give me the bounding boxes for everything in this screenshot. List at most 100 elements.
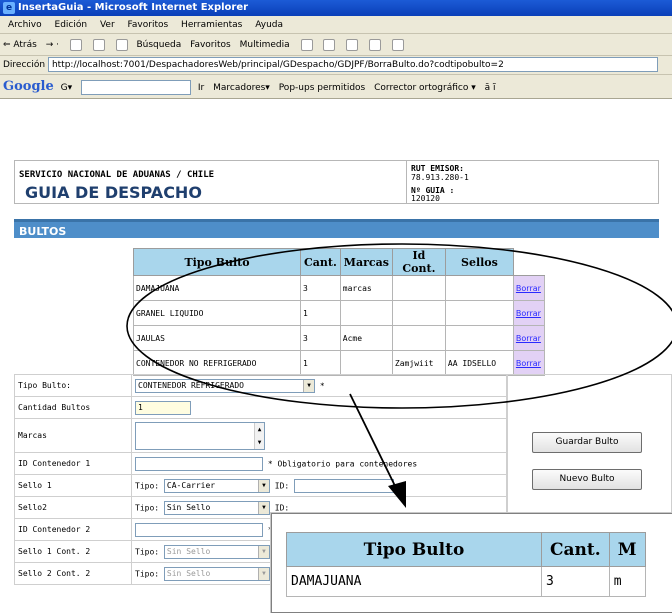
- section-title: BULTOS: [14, 219, 659, 238]
- marcas-cell: ▲ ▼: [131, 418, 507, 453]
- sello2-label: Sello2: [14, 496, 132, 519]
- menu-herramientas[interactable]: Herramientas: [181, 20, 242, 30]
- mail-icon[interactable]: [323, 38, 336, 51]
- scrollbar[interactable]: ▲ ▼: [254, 422, 264, 449]
- form-row: Cantidad Bultos 1: [14, 396, 507, 419]
- stop-icon[interactable]: [69, 38, 82, 51]
- google-go-button[interactable]: Ir: [198, 83, 204, 93]
- search-button[interactable]: Búsqueda: [136, 40, 181, 50]
- chevron-down-icon[interactable]: ▼: [303, 379, 314, 392]
- idcont2-input[interactable]: [135, 522, 263, 537]
- toolbar: ⇐ Atrás → · Búsqueda Favoritos Multimedi…: [0, 34, 672, 56]
- table-header-row: Tipo Bulto Cant. Marcas Id Cont. Sellos: [133, 248, 545, 276]
- chevron-down-icon[interactable]: ▼: [257, 479, 269, 492]
- translate-button[interactable]: ā ĩ: [485, 83, 496, 93]
- borrar-link[interactable]: Borrar: [512, 275, 545, 301]
- document-header: SERVICIO NACIONAL DE ADUANAS / CHILE GUI…: [14, 160, 659, 204]
- cell-cant: 1: [300, 350, 341, 376]
- multimedia-button[interactable]: Multimedia: [240, 40, 290, 50]
- page-title: GUIA DE DESPACHO: [25, 183, 202, 202]
- idcont1-input[interactable]: [135, 456, 263, 471]
- zoom-cell-cant: 3: [541, 566, 610, 597]
- bookmarks-button[interactable]: Marcadores▾: [213, 83, 270, 93]
- zoom-col-marcas: M: [608, 532, 646, 567]
- chevron-down-icon[interactable]: ▼: [257, 501, 269, 514]
- nuevo-bulto-button[interactable]: Nuevo Bulto: [532, 469, 642, 490]
- sello1-tipo-label: Tipo:: [135, 481, 160, 490]
- discuss-icon[interactable]: [392, 38, 405, 51]
- guia-value: 120120: [411, 194, 440, 203]
- chevron-down-icon[interactable]: ▼: [257, 567, 269, 580]
- cell-tipo: GRANEL LIQUIDO: [133, 300, 301, 326]
- guardar-bulto-button[interactable]: Guardar Bulto: [532, 432, 642, 453]
- idcont2-label: ID Contenedor 2: [14, 518, 132, 541]
- sello2c2-tipo-label: Tipo:: [135, 569, 160, 578]
- marcas-textarea[interactable]: ▲ ▼: [135, 421, 265, 450]
- zoom-col-tipo: Tipo Bulto: [286, 532, 542, 567]
- zoom-row: DAMAJUANA 3 m: [286, 566, 646, 597]
- google-search-input[interactable]: [81, 80, 191, 95]
- required-mark: *: [319, 381, 325, 390]
- cell-idcont: [391, 325, 446, 351]
- favorites-button[interactable]: Favoritos: [190, 40, 231, 50]
- address-bar: Dirección http://localhost:7001/Despacha…: [0, 56, 672, 75]
- col-cant: Cant.: [300, 248, 341, 276]
- cantidad-input[interactable]: 1: [135, 400, 191, 415]
- cell-sellos: AA IDSELLO: [444, 350, 514, 376]
- menu-favoritos[interactable]: Favoritos: [128, 20, 169, 30]
- idcont1-label: ID Contenedor 1: [14, 452, 132, 475]
- sello2c2-tipo-value: Sin Sello: [166, 568, 211, 578]
- sello1c2-label: Sello 1 Cont. 2: [14, 540, 132, 563]
- address-label: Dirección: [3, 60, 46, 70]
- cell-cant: 1: [300, 300, 341, 326]
- tipo-bulto-select[interactable]: CONTENEDOR REFRIGERADO ▼: [135, 378, 315, 393]
- sello1c2-tipo-select[interactable]: Sin Sello ▼: [163, 544, 270, 559]
- cantidad-value: 1: [138, 402, 143, 412]
- zoom-header-row: Tipo Bulto Cant. M: [286, 532, 646, 567]
- sello1-id-input[interactable]: [294, 478, 395, 493]
- history-icon[interactable]: [300, 38, 313, 51]
- sello1-id-label: ID:: [274, 481, 290, 490]
- print-icon[interactable]: [346, 38, 359, 51]
- menu-ver[interactable]: Ver: [100, 20, 115, 30]
- tipo-bulto-value: CONTENEDOR REFRIGERADO: [138, 380, 244, 390]
- sello2c2-tipo-select[interactable]: Sin Sello ▼: [163, 566, 270, 581]
- idcont1-cell: * Obligatorio para contenedores: [131, 452, 507, 475]
- ie-icon: e: [3, 2, 15, 14]
- tipo-bulto-cell: CONTENEDOR REFRIGERADO ▼ *: [131, 374, 507, 397]
- sello2-tipo-label: Tipo:: [135, 503, 160, 512]
- menu-archivo[interactable]: Archivo: [8, 20, 42, 30]
- borrar-link[interactable]: Borrar: [512, 325, 545, 351]
- forward-icon[interactable]: → ·: [46, 40, 59, 50]
- rut-value: 78.913.280-1: [411, 173, 469, 182]
- cell-marcas: Acme: [339, 325, 393, 351]
- cell-idcont: [391, 300, 446, 326]
- sello2-tipo-select[interactable]: Sin Sello ▼: [163, 500, 270, 515]
- google-logo[interactable]: Google: [3, 79, 54, 94]
- menu-edicion[interactable]: Edición: [55, 20, 88, 30]
- col-marcas: Marcas: [339, 248, 393, 276]
- zoom-cell-tipo: DAMAJUANA: [286, 566, 542, 597]
- sello1-tipo-select[interactable]: CA-Carrier ▼: [163, 478, 270, 493]
- popups-button[interactable]: Pop-ups permitidos: [279, 83, 366, 93]
- home-icon[interactable]: [115, 38, 128, 51]
- chevron-down-icon[interactable]: ▼: [257, 545, 269, 558]
- menu-ayuda[interactable]: Ayuda: [255, 20, 283, 30]
- back-button[interactable]: ⇐ Atrás: [3, 40, 37, 50]
- cell-tipo: DAMAJUANA: [133, 275, 301, 301]
- zoom-callout: Tipo Bulto Cant. M DAMAJUANA 3 m: [271, 513, 672, 613]
- window-titlebar: e InsertaGuia - Microsoft Internet Explo…: [0, 0, 672, 16]
- refresh-icon[interactable]: [92, 38, 105, 51]
- spellcheck-button[interactable]: Corrector ortográfico ▾: [374, 83, 476, 93]
- edit-icon[interactable]: [369, 38, 382, 51]
- form-row: ID Contenedor 1 * Obligatorio para conte…: [14, 452, 507, 475]
- cell-cant: 3: [300, 275, 341, 301]
- google-menu[interactable]: G▾: [61, 83, 73, 93]
- cell-marcas: [339, 350, 393, 376]
- marcas-label: Marcas: [14, 418, 132, 453]
- address-input[interactable]: http://localhost:7001/DespachadoresWeb/p…: [47, 57, 658, 72]
- cell-sellos: [444, 275, 514, 301]
- borrar-link[interactable]: Borrar: [512, 300, 545, 326]
- borrar-link[interactable]: Borrar: [512, 350, 545, 376]
- sello1c2-tipo-label: Tipo:: [135, 547, 160, 556]
